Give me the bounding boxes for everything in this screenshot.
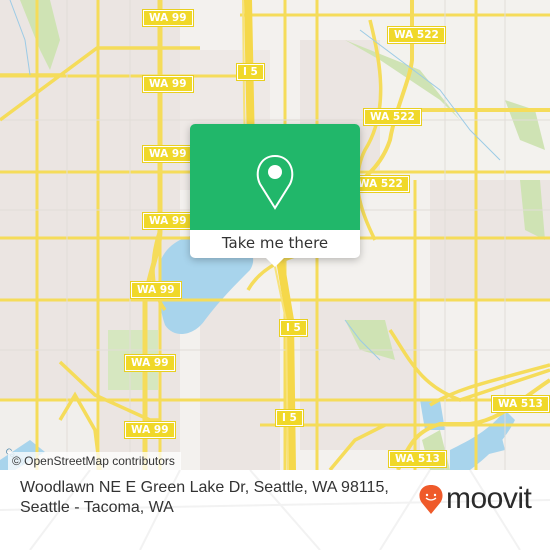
route-shield-wa-522: WA 522: [387, 26, 446, 44]
footer: Woodlawn NE E Green Lake Dr, Seattle, WA…: [0, 470, 550, 550]
moovit-pin-icon: [419, 485, 443, 514]
map-pin-icon: [256, 154, 294, 210]
popup-header: [190, 124, 360, 230]
route-shield-wa-99: WA 99: [130, 281, 182, 299]
route-shield-wa-99: WA 99: [142, 9, 194, 27]
route-shield-wa-522: WA 522: [363, 108, 422, 126]
take-me-there-button[interactable]: Take me there: [190, 230, 360, 258]
brand-name: moovit: [446, 482, 532, 515]
route-shield-i-5: I 5: [275, 409, 304, 427]
route-shield-wa-513: WA 513: [388, 450, 447, 468]
popup-pointer: [266, 258, 284, 267]
route-shield-i-5: I 5: [236, 63, 265, 81]
address-line-2: Seattle - Tacoma, WA: [20, 499, 174, 516]
route-shield-wa-99: WA 99: [142, 212, 194, 230]
route-shield-wa-99: WA 99: [124, 421, 176, 439]
map[interactable]: WA 99 WA 99 WA 99 WA 99 WA 99 WA 99 WA 9…: [0, 0, 550, 470]
route-shield-wa-99: WA 99: [142, 75, 194, 93]
route-shield-wa-513: WA 513: [491, 395, 550, 413]
address: Woodlawn NE E Green Lake Dr, Seattle, WA…: [20, 478, 420, 518]
address-line-1: Woodlawn NE E Green Lake Dr, Seattle, WA…: [20, 479, 389, 496]
moovit-logo[interactable]: moovit: [418, 482, 532, 516]
route-shield-wa-522: WA 522: [351, 175, 410, 193]
route-shield-wa-99: WA 99: [124, 354, 176, 372]
route-shield-wa-99: WA 99: [142, 145, 194, 163]
location-popup: Take me there: [190, 124, 360, 267]
route-shield-i-5: I 5: [279, 319, 308, 337]
osm-attribution[interactable]: © OpenStreetMap contributors: [8, 452, 181, 470]
